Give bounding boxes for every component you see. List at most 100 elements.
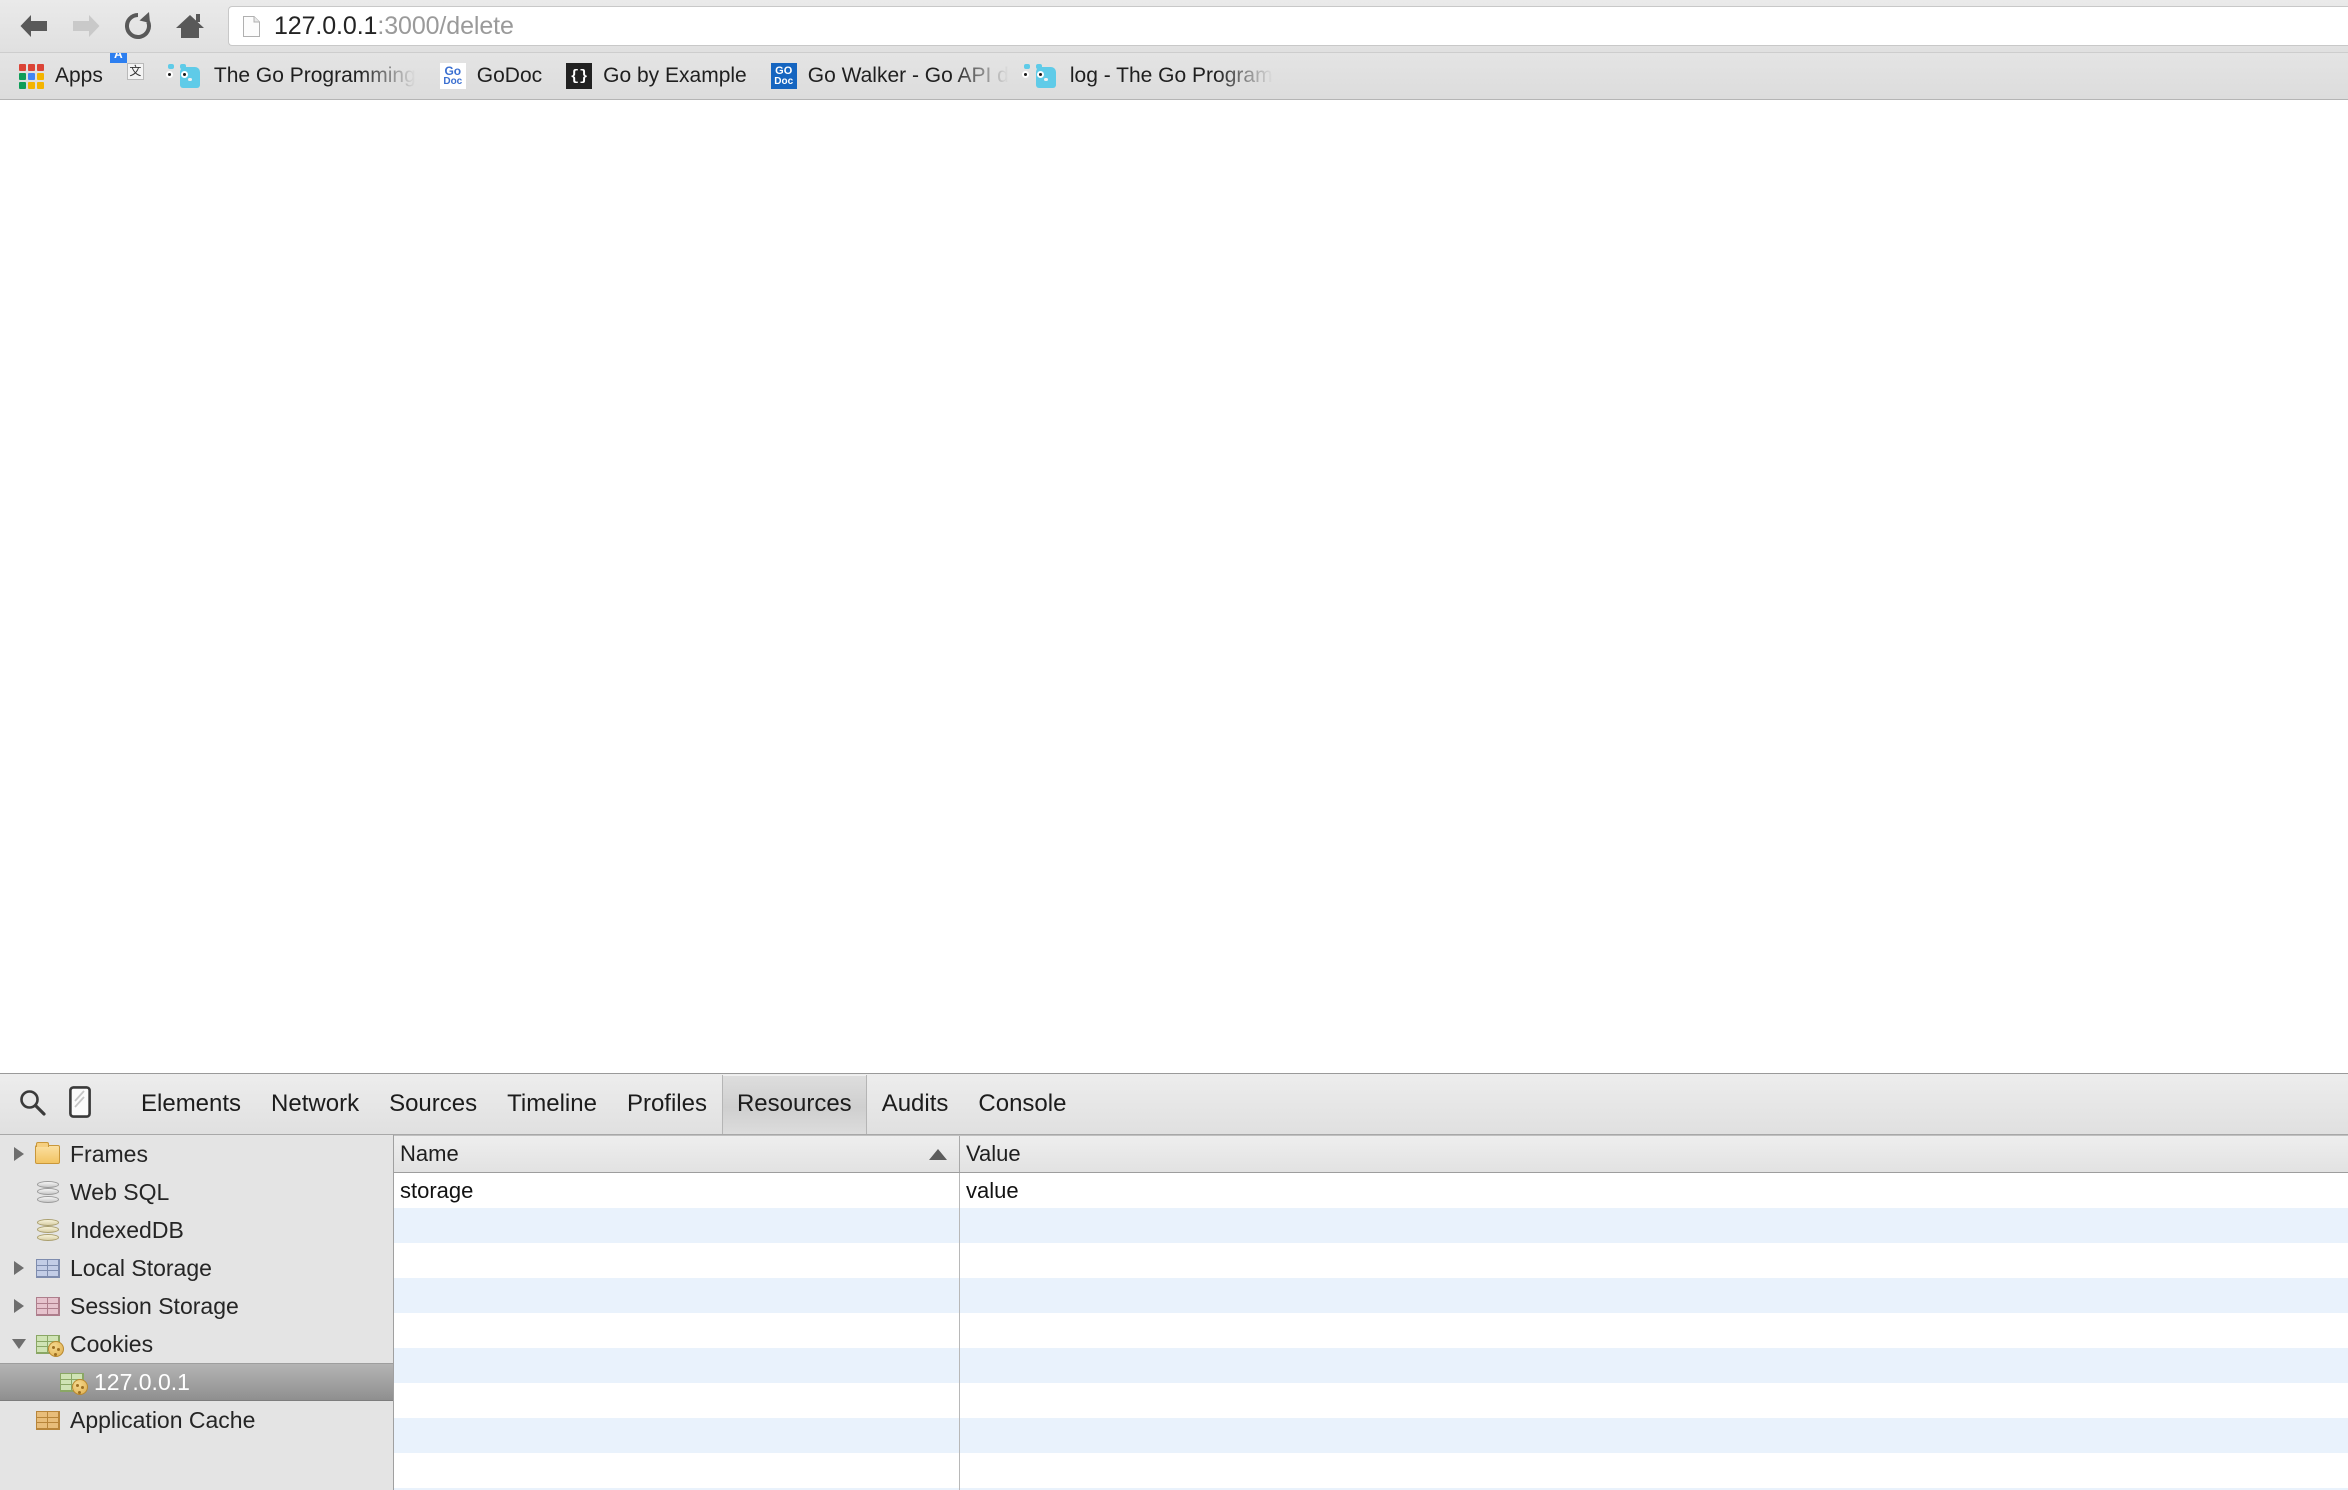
sidebar-item-local-storage[interactable]: Local Storage — [0, 1249, 393, 1287]
sidebar-item-label: Application Cache — [70, 1406, 256, 1433]
tab-console[interactable]: Console — [963, 1075, 1081, 1134]
tab-profiles[interactable]: Profiles — [612, 1075, 722, 1134]
bookmark-go-programming[interactable]: The Go Programming — [165, 58, 428, 94]
bookmark-translate[interactable]: 文A — [109, 53, 165, 94]
no-disclosure — [6, 1179, 32, 1205]
back-button[interactable] — [8, 2, 60, 50]
sidebar-item-label: Frames — [70, 1140, 148, 1167]
forward-button[interactable] — [60, 2, 112, 50]
cell-value — [960, 1208, 2348, 1243]
tab-network[interactable]: Network — [256, 1075, 374, 1134]
inspect-element-button[interactable] — [8, 1080, 56, 1128]
magnifier-icon — [17, 1087, 47, 1122]
toggle-device-mode-button[interactable] — [56, 1080, 104, 1128]
table-row-empty — [394, 1418, 2348, 1453]
page-viewport — [0, 100, 2348, 1073]
column-header-label: Value — [966, 1141, 1021, 1166]
mobile-device-icon — [69, 1085, 91, 1123]
gowalker-icon: GO Doc — [770, 63, 797, 89]
cell-value — [960, 1383, 2348, 1418]
table-row-empty — [394, 1453, 2348, 1488]
cell-name — [394, 1278, 960, 1313]
cell-value — [960, 1278, 2348, 1313]
bookmark-log-go-programming[interactable]: log - The Go Program — [1021, 58, 1285, 94]
tab-label: Network — [271, 1090, 360, 1117]
chevron-down-icon[interactable] — [6, 1331, 32, 1357]
navigation-bar: 127.0.0.1:3000/delete — [0, 0, 2348, 52]
home-button[interactable] — [164, 2, 216, 50]
tab-label: Sources — [389, 1090, 478, 1117]
cell-name — [394, 1348, 960, 1383]
sidebar-item-label: Web SQL — [70, 1178, 170, 1205]
database-gray-icon — [34, 1179, 62, 1205]
sidebar-item-label: 127.0.0.1 — [94, 1368, 190, 1395]
tab-label: Timeline — [507, 1090, 597, 1117]
tab-label: Audits — [881, 1090, 949, 1117]
bookmarks-bar: Apps 文A The Go Programming Go Doc GoDoc … — [0, 52, 2348, 99]
godoc-icon: Go Doc — [439, 63, 466, 89]
table-row-empty — [394, 1208, 2348, 1243]
url-host: 127.0.0.1 — [274, 11, 378, 40]
bookmark-label: GoDoc — [476, 64, 543, 87]
back-arrow-icon — [17, 11, 51, 41]
cell-name — [394, 1383, 960, 1418]
bookmark-apps[interactable]: Apps — [6, 58, 115, 94]
forward-arrow-icon — [69, 11, 103, 41]
grid-rows: storage value — [394, 1173, 2348, 1490]
tab-resources[interactable]: Resources — [721, 1074, 867, 1134]
gopher-icon — [165, 63, 203, 89]
cell-name — [394, 1418, 960, 1453]
bookmark-label: Go by Example — [603, 64, 747, 87]
sidebar-item-web-sql[interactable]: Web SQL — [0, 1173, 393, 1211]
address-bar[interactable]: 127.0.0.1:3000/delete — [228, 6, 2348, 46]
cell-value — [960, 1453, 2348, 1488]
bookmark-go-walker[interactable]: GO Doc Go Walker - Go API d — [759, 58, 1021, 94]
table-pink-icon — [34, 1293, 62, 1319]
bookmark-label: Apps — [55, 64, 103, 87]
table-row-empty — [394, 1278, 2348, 1313]
chevron-right-icon[interactable] — [6, 1293, 32, 1319]
bookmark-label: The Go Programming — [213, 64, 416, 87]
cookies-icon — [58, 1369, 88, 1395]
bookmark-go-by-example[interactable]: {} Go by Example — [554, 58, 759, 94]
tab-elements[interactable]: Elements — [126, 1075, 256, 1134]
chevron-right-icon[interactable] — [6, 1255, 32, 1281]
grid-header-row: Name Value — [394, 1135, 2348, 1173]
tab-label: Resources — [736, 1090, 852, 1117]
table-row-empty — [394, 1243, 2348, 1278]
devtools-panel: Elements Network Sources Timeline Profil… — [0, 1073, 2348, 1490]
chevron-right-icon[interactable] — [6, 1141, 32, 1167]
column-header-name[interactable]: Name — [394, 1136, 960, 1172]
cell-value — [960, 1313, 2348, 1348]
gopher-icon — [1021, 63, 1059, 89]
sidebar-item-cookie-domain[interactable]: 127.0.0.1 — [0, 1363, 393, 1401]
cell-value — [960, 1243, 2348, 1278]
table-orange-icon — [34, 1407, 62, 1433]
cell-name — [394, 1243, 960, 1278]
column-header-label: Name — [400, 1141, 459, 1166]
tab-timeline[interactable]: Timeline — [492, 1075, 612, 1134]
table-row-empty — [394, 1313, 2348, 1348]
table-row-empty — [394, 1383, 2348, 1418]
tab-label: Elements — [141, 1090, 242, 1117]
sidebar-item-frames[interactable]: Frames — [0, 1135, 393, 1173]
table-row[interactable]: storage value — [394, 1173, 2348, 1208]
devtools-tab-bar: Elements Network Sources Timeline Profil… — [126, 1074, 1081, 1134]
sidebar-item-indexeddb[interactable]: IndexedDB — [0, 1211, 393, 1249]
sidebar-item-label: Session Storage — [70, 1292, 239, 1319]
cell-name: storage — [394, 1173, 960, 1208]
sidebar-item-application-cache[interactable]: Application Cache — [0, 1401, 393, 1439]
tab-label: Profiles — [626, 1090, 707, 1117]
tab-sources[interactable]: Sources — [374, 1075, 492, 1134]
cell-name — [394, 1208, 960, 1243]
resources-sidebar-tree[interactable]: Frames Web SQL IndexedDB Local Storage S… — [0, 1135, 394, 1490]
reload-button[interactable] — [112, 2, 164, 50]
tab-audits[interactable]: Audits — [867, 1075, 964, 1134]
sidebar-item-label: IndexedDB — [70, 1216, 184, 1243]
sidebar-item-cookies[interactable]: Cookies — [0, 1325, 393, 1363]
translate-icon: 文A — [109, 53, 153, 89]
column-header-value[interactable]: Value — [960, 1136, 2348, 1172]
browser-chrome: 127.0.0.1:3000/delete Apps 文A The Go Pro… — [0, 0, 2348, 100]
bookmark-godoc[interactable]: Go Doc GoDoc — [428, 58, 554, 94]
sidebar-item-session-storage[interactable]: Session Storage — [0, 1287, 393, 1325]
